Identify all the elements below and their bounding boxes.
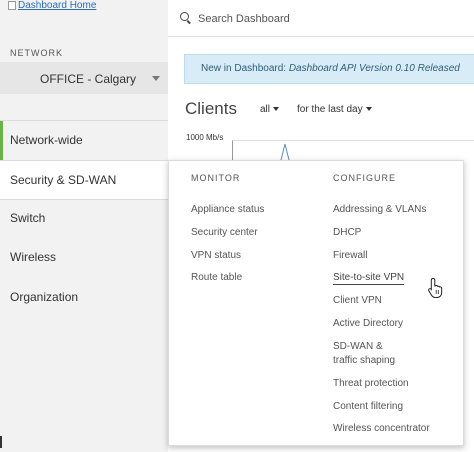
monitor-heading: MONITOR	[191, 173, 241, 183]
menu-item-vpn-status[interactable]: VPN status	[191, 250, 241, 261]
search-input[interactable]	[196, 9, 460, 29]
y-axis-label: 1000 Mb/s	[186, 133, 224, 142]
network-select[interactable]: OFFICE - Calgary	[0, 62, 168, 94]
configure-heading: CONFIGURE	[333, 173, 396, 183]
time-range-filter[interactable]: for the last day	[297, 104, 372, 115]
broken-image-icon	[8, 1, 16, 10]
caret-down-icon	[273, 107, 280, 112]
sidebar-item-wireless[interactable]: Wireless	[0, 238, 168, 277]
client-type-filter[interactable]: all	[260, 104, 280, 115]
logo-alt-text: Dashboard Home	[18, 0, 97, 11]
banner-prefix: New in Dashboard:	[201, 63, 289, 74]
menu-item-appliance-status[interactable]: Appliance status	[191, 204, 264, 215]
menu-item-firewall[interactable]: Firewall	[333, 250, 367, 261]
menu-item-sd-wan-line1[interactable]: SD-WAN &	[333, 341, 383, 352]
client-type-value: all	[260, 104, 271, 115]
sidebar-item-switch[interactable]: Switch	[0, 199, 168, 238]
menu-item-client-vpn[interactable]: Client VPN	[333, 295, 382, 306]
menu-item-route-table[interactable]: Route table	[191, 272, 242, 283]
menu-item-security-center[interactable]: Security center	[191, 227, 258, 238]
window-edge-mark	[0, 436, 2, 448]
banner-link[interactable]: Dashboard API Version 0.10 Released	[289, 63, 460, 74]
menu-item-threat-protection[interactable]: Threat protection	[333, 378, 409, 389]
clients-title: Clients	[185, 99, 237, 118]
menu-item-addressing-vlans[interactable]: Addressing & VLANs	[333, 204, 426, 215]
menu-item-sd-wan-line2[interactable]: traffic shaping	[333, 355, 395, 366]
caret-down-icon	[365, 107, 372, 112]
menu-item-wireless-concentrator[interactable]: Wireless concentrator	[333, 423, 430, 434]
sidebar-item-network-wide[interactable]: Network-wide	[0, 121, 168, 160]
top-search-bar	[168, 0, 474, 37]
time-range-value: for the last day	[297, 104, 363, 115]
security-sdwan-flyout-menu: MONITOR CONFIGURE Appliance status Secur…	[168, 160, 464, 446]
menu-item-content-filtering[interactable]: Content filtering	[333, 401, 403, 412]
menu-item-dhcp[interactable]: DHCP	[333, 227, 361, 238]
network-selected-value: OFFICE - Calgary	[40, 72, 137, 86]
menu-item-active-directory[interactable]: Active Directory	[333, 318, 403, 329]
search-icon	[180, 12, 189, 21]
network-label: NETWORK	[10, 48, 63, 58]
sidebar-item-organization[interactable]: Organization	[0, 278, 168, 317]
sidebar-item-security-sd-wan[interactable]: Security & SD-WAN	[0, 161, 174, 200]
menu-item-site-to-site-vpn[interactable]: Site-to-site VPN	[333, 272, 405, 285]
announcement-banner: New in Dashboard: Dashboard API Version …	[184, 54, 474, 84]
dashboard-home-logo[interactable]: Dashboard Home	[8, 0, 96, 11]
hand-pointer-icon	[428, 277, 443, 298]
caret-down-icon	[152, 76, 160, 81]
sidebar: Dashboard Home NETWORK OFFICE - Calgary …	[0, 0, 174, 452]
